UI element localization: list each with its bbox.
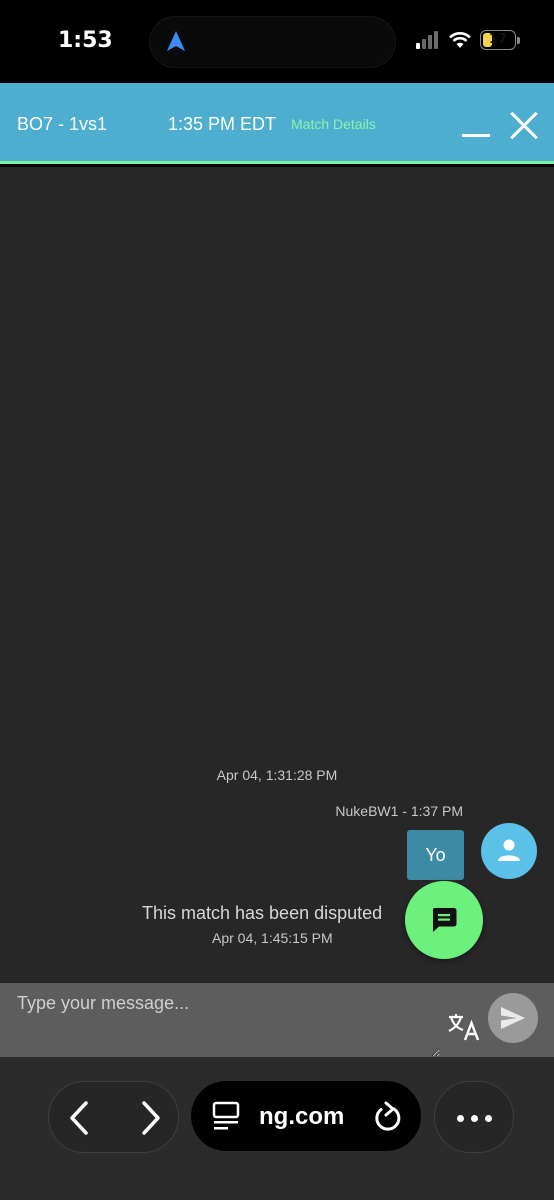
status-indicators: 17 — [416, 30, 520, 50]
send-icon — [501, 1007, 525, 1029]
status-bar: 1:53 17 — [0, 0, 554, 83]
signal-icon — [416, 31, 438, 49]
status-time: 1:53 — [58, 28, 113, 53]
browser-toolbar: ng.com — [0, 1057, 554, 1200]
system-message: This match has been disputed — [142, 903, 383, 923]
more-icon — [457, 1115, 492, 1122]
minimize-icon[interactable] — [461, 119, 491, 137]
reload-icon[interactable] — [373, 1100, 403, 1132]
battery-level: 17 — [488, 32, 508, 47]
match-time: 1:35 PM EDT — [168, 114, 277, 134]
more-options-button[interactable] — [434, 1081, 514, 1153]
chat-bubble-icon — [432, 908, 457, 932]
address-bar[interactable]: ng.com — [191, 1081, 421, 1151]
close-icon[interactable] — [506, 110, 540, 140]
forward-button[interactable] — [127, 1096, 171, 1140]
wifi-icon — [449, 32, 471, 48]
avatar[interactable] — [481, 823, 537, 879]
user-icon — [498, 839, 520, 861]
browser-nav-group — [48, 1081, 179, 1153]
back-button[interactable] — [59, 1096, 103, 1140]
message-sender-line: NukeBW1 - 1:37 PM — [335, 803, 463, 819]
battery-icon: 17 — [480, 30, 520, 50]
message-timestamp: Apr 04, 1:31:28 PM — [216, 767, 338, 783]
reader-tabs-icon[interactable] — [212, 1101, 240, 1131]
url-text: ng.com — [259, 1103, 345, 1130]
match-title: BO7 - 1vs1 — [17, 114, 108, 134]
chat-toggle-button[interactable] — [405, 881, 483, 959]
send-button[interactable] — [488, 993, 538, 1043]
message-composer — [0, 983, 554, 1057]
match-details-link[interactable]: Match Details — [291, 116, 376, 132]
translate-icon[interactable] — [447, 1011, 481, 1041]
location-arrow-icon — [167, 31, 185, 51]
chat-messages[interactable]: Apr 04, 1:31:28 PM NukeBW1 - 1:37 PM Yo … — [0, 167, 554, 983]
message-bubble: Yo — [407, 830, 464, 880]
system-message-timestamp: Apr 04, 1:45:15 PM — [212, 930, 333, 946]
message-input[interactable] — [0, 983, 440, 1057]
